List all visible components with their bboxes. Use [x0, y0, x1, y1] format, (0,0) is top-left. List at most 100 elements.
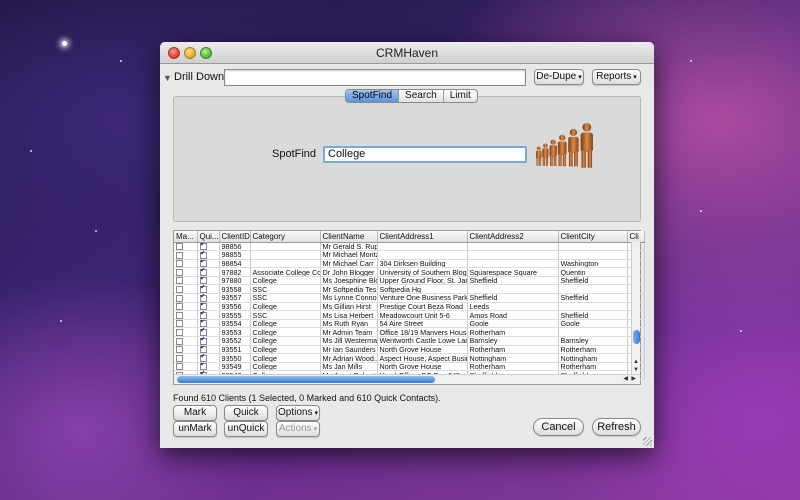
cell-marked: [174, 362, 198, 372]
cell-marked-checkbox[interactable]: [176, 268, 183, 276]
cell-marked-checkbox[interactable]: [176, 346, 183, 353]
cell-marked-checkbox[interactable]: [176, 277, 183, 285]
cell-marked-checkbox[interactable]: [176, 363, 183, 370]
table-row[interactable]: 93552CollegeMs Jill WestermanWentworth C…: [174, 336, 645, 346]
cell-quick-checkbox[interactable]: [199, 294, 207, 302]
cell-quick-checkbox[interactable]: [199, 259, 207, 267]
cell-quick-checkbox[interactable]: [199, 302, 207, 310]
horizontal-scroll-thumb[interactable]: [177, 376, 435, 383]
table-row[interactable]: 93558SSCMr Softpedia Tes...Softpedia Hq: [174, 284, 645, 295]
cell-marked-checkbox[interactable]: [176, 311, 183, 319]
cell-quick-checkbox[interactable]: [199, 276, 207, 285]
table-header-row: Ma... Qui... ClientID Category ClientNam…: [174, 231, 645, 243]
table-row[interactable]: 93557SSCMs Lynne ConnollyVenture One Bus…: [174, 293, 645, 303]
table-row[interactable]: 98855 Mr Michael Moritz: [174, 250, 645, 260]
cell-marked: [174, 284, 198, 295]
cell-quick-checkbox[interactable]: [199, 242, 207, 250]
table-row[interactable]: 93553CollegeMr Admin TeamOffice 18/19 Ma…: [174, 327, 645, 338]
search-mode-tabs: SpotFind Search Limit: [345, 89, 478, 103]
cell-clientname: Mr Adrian Wood...: [320, 353, 378, 363]
table-row[interactable]: 93554CollegeMs Ruth Ryan54 Aire StreetGo…: [174, 319, 645, 329]
cell-marked-checkbox[interactable]: [176, 286, 183, 293]
column-header-category[interactable]: Category: [250, 231, 321, 243]
table-row[interactable]: 93549CollegeMs Jan MillsNorth Grove Hous…: [174, 362, 645, 372]
cell-clientaddress2: [467, 284, 559, 295]
cell-marked-checkbox[interactable]: [176, 294, 183, 302]
cell-quick-checkbox[interactable]: [199, 311, 207, 319]
cell-marked-checkbox[interactable]: [176, 243, 183, 250]
scroll-left-arrow-icon[interactable]: ◀: [623, 375, 628, 382]
cell-clientaddress2: Rotherham: [467, 362, 559, 372]
cancel-button[interactable]: Cancel: [533, 418, 584, 436]
column-header-cli[interactable]: Cli: [627, 231, 645, 243]
options-button[interactable]: Options ▾: [276, 405, 320, 421]
clients-table[interactable]: Ma... Qui... ClientID Category ClientNam…: [173, 230, 645, 385]
scroll-up-arrow-icon[interactable]: ▲: [633, 359, 639, 365]
actions-button[interactable]: Actions ▾: [276, 421, 320, 437]
table-row[interactable]: 98854 Mr Michael Carr304 Dirksen Building…: [174, 259, 645, 269]
table-row[interactable]: 97880CollegeMs Joesphine Blo...Upper Gro…: [174, 276, 645, 286]
cell-marked-checkbox[interactable]: [176, 251, 183, 259]
cell-marked-checkbox[interactable]: [176, 329, 183, 336]
horizontal-scrollbar[interactable]: ◀ ▶: [174, 374, 640, 384]
cell-clientcity: Sheffield: [558, 276, 628, 286]
refresh-button[interactable]: Refresh: [592, 418, 641, 436]
cell-marked-checkbox[interactable]: [176, 337, 183, 345]
cell-marked-checkbox[interactable]: [176, 303, 183, 310]
disclosure-triangle-icon[interactable]: ▼: [163, 73, 172, 83]
cell-clientname: Dr John Blogger: [320, 267, 378, 277]
cell-quick-checkbox[interactable]: [199, 268, 207, 276]
drill-down-input[interactable]: [224, 69, 526, 86]
tab-search[interactable]: Search: [399, 90, 444, 102]
column-header-clientname[interactable]: ClientName: [320, 231, 378, 243]
spotfind-input[interactable]: College: [323, 146, 527, 163]
column-header-clientid[interactable]: ClientID: [219, 231, 251, 243]
table-row[interactable]: 93550CollegeMr Adrian Wood...Aspect Hous…: [174, 353, 645, 363]
column-header-clientaddress1[interactable]: ClientAddress1: [377, 231, 468, 243]
table-row[interactable]: 98856 Mr Gerald S. Rupi...: [174, 242, 645, 252]
cell-clientaddress1: North Grove House: [377, 362, 468, 372]
tab-limit[interactable]: Limit: [444, 90, 477, 102]
de-dupe-button[interactable]: De-Dupe ▾: [534, 69, 584, 85]
column-header-clientcity[interactable]: ClientCity: [558, 231, 628, 243]
cell-clientcity: [558, 284, 628, 295]
column-header-clientaddress2[interactable]: ClientAddress2: [467, 231, 559, 243]
cell-quick-checkbox[interactable]: [199, 362, 207, 370]
title-bar[interactable]: CRMHaven: [160, 42, 654, 64]
column-header-quick[interactable]: Qui...: [197, 231, 220, 243]
cell-marked-checkbox[interactable]: [176, 354, 183, 362]
cell-quick-checkbox[interactable]: [199, 328, 207, 336]
vertical-scrollbar[interactable]: ▲ ▼: [631, 242, 640, 374]
quick-button[interactable]: Quick: [224, 405, 268, 421]
scroll-down-arrow-icon[interactable]: ▼: [633, 367, 639, 373]
close-window-button[interactable]: [168, 47, 180, 59]
table-row[interactable]: 93556CollegeMs Gillian HirstPrestige Cou…: [174, 302, 645, 312]
cell-quick-checkbox[interactable]: [199, 345, 207, 353]
cell-clientaddress1: Meadowcourt Unit 5-6: [377, 310, 468, 320]
cell-quick: [197, 259, 220, 269]
cell-marked-checkbox[interactable]: [176, 260, 183, 267]
tab-spotfind[interactable]: SpotFind: [346, 90, 400, 102]
cell-quick-checkbox[interactable]: [199, 319, 207, 327]
unquick-button[interactable]: unQuick: [224, 421, 268, 437]
resize-grip-icon[interactable]: [643, 437, 652, 446]
table-row[interactable]: 93555SSCMs Lisa HerbertMeadowcourt Unit …: [174, 310, 645, 320]
cell-category: College: [250, 353, 321, 363]
table-row[interactable]: 93551CollegeMr Ian SaundersNorth Grove H…: [174, 345, 645, 355]
scroll-right-arrow-icon[interactable]: ▶: [631, 375, 636, 382]
vertical-scroll-thumb[interactable]: [633, 330, 640, 344]
table-row[interactable]: 97882Associate College Con...Dr John Blo…: [174, 267, 645, 277]
unmark-button[interactable]: unMark: [173, 421, 217, 437]
cell-clientcity: Washington: [558, 259, 628, 269]
column-header-marked[interactable]: Ma...: [174, 231, 198, 243]
cell-quick-checkbox[interactable]: [199, 285, 207, 293]
cell-quick-checkbox[interactable]: [199, 251, 207, 259]
mark-button[interactable]: Mark: [173, 405, 217, 421]
minimize-window-button[interactable]: [184, 47, 196, 59]
window-title: CRMHaven: [375, 46, 438, 60]
cell-quick-checkbox[interactable]: [199, 337, 207, 345]
cell-marked-checkbox[interactable]: [176, 320, 183, 327]
zoom-window-button[interactable]: [200, 47, 212, 59]
cell-quick-checkbox[interactable]: [199, 354, 207, 362]
reports-button[interactable]: Reports ▾: [592, 69, 641, 85]
